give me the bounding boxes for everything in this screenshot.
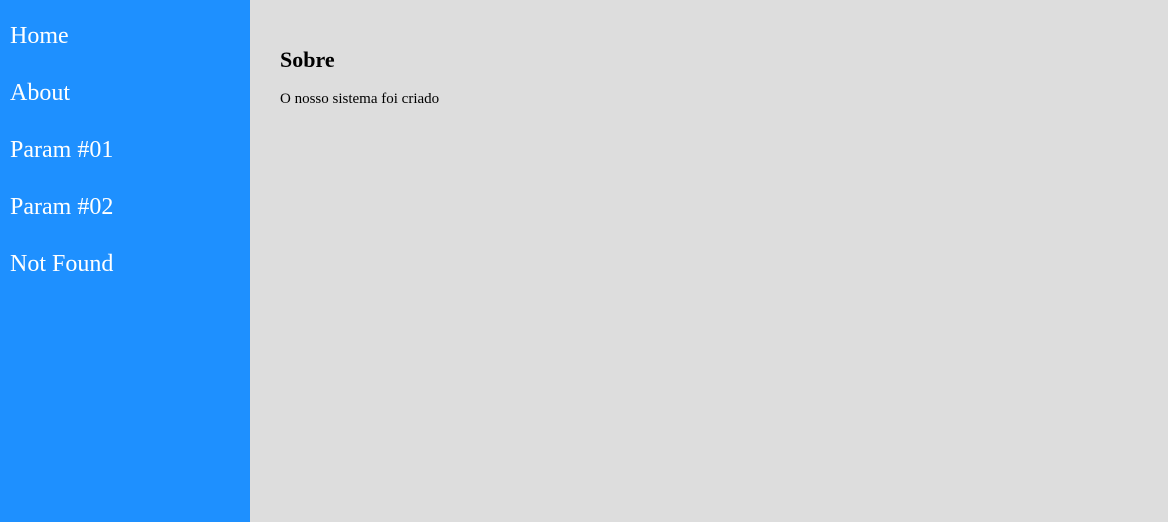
sidebar-item-about[interactable]: About [0,79,250,107]
page-title: Sobre [280,47,335,72]
page-description: O nosso sistema foi criado [280,91,440,107]
sidebar-item-home[interactable]: Home [0,22,250,50]
main-content: Sobre O nosso sistema foi criado [250,0,1168,522]
sidebar-item-param-02[interactable]: Param #02 [0,193,250,221]
sidebar: Home About Param #01 Param #02 Not Found [0,0,250,522]
sidebar-item-param-01[interactable]: Param #01 [0,136,250,164]
sidebar-item-not-found[interactable]: Not Found [0,250,250,278]
